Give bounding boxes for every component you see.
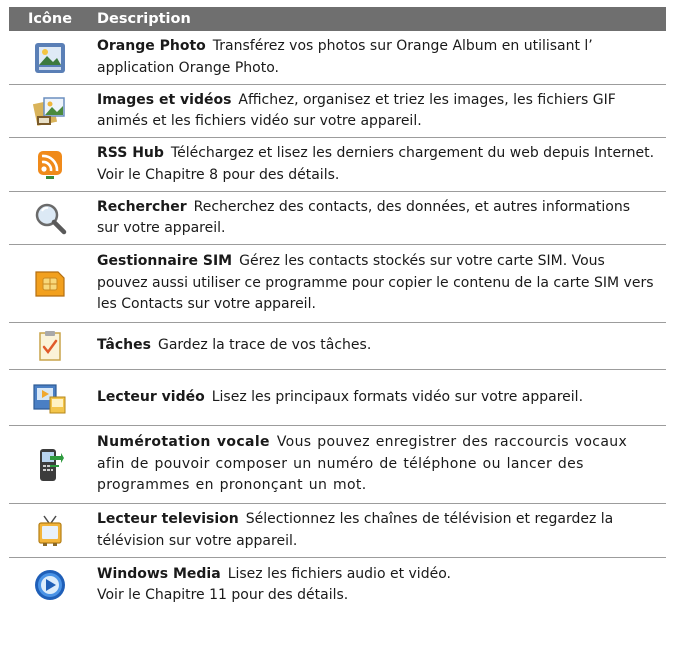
row-title: Lecteur vidéo bbox=[97, 388, 205, 405]
video-player-icon bbox=[33, 383, 66, 413]
row-title: Gestionnaire SIM bbox=[97, 253, 233, 270]
header-description-column: Description bbox=[97, 11, 191, 27]
header-icon-column: Icône bbox=[27, 11, 73, 27]
row-description: Lisez les fichiers audio et vidéo. bbox=[227, 565, 451, 582]
table-row: Numérotation vocale Vous pouvez enregistr… bbox=[9, 426, 666, 504]
rss-icon bbox=[38, 150, 62, 179]
row-title: Images et vidéos bbox=[97, 91, 232, 108]
voice-dial-icon bbox=[40, 448, 64, 481]
tasks-icon bbox=[39, 331, 61, 361]
table-header: Icône Description bbox=[9, 7, 666, 31]
row-description: Téléchargez et lisez les derniers charge… bbox=[97, 145, 655, 183]
row-title: Numérotation vocale bbox=[97, 434, 270, 451]
search-icon bbox=[35, 203, 67, 235]
row-title: Rechercher bbox=[97, 198, 187, 215]
row-title: Windows Media bbox=[97, 565, 221, 582]
tv-icon bbox=[38, 515, 62, 546]
table-row: RSS Hub Téléchargez et lisez les derniers… bbox=[9, 138, 666, 192]
row-description: Lisez les principaux formats vidéo sur v… bbox=[211, 388, 584, 405]
program-table: Icône Description Orange Photo Transférez… bbox=[9, 7, 666, 612]
table-row: Images et vidéos Affichez, organisez et t… bbox=[9, 85, 666, 138]
table-row: Gestionnaire SIM Gérez les contacts stock… bbox=[9, 245, 666, 323]
windows-media-icon bbox=[35, 570, 65, 600]
table-row: Orange Photo Transférez vos photos sur Or… bbox=[9, 31, 666, 85]
row-title: Orange Photo bbox=[97, 38, 206, 54]
table-row: Rechercher Recherchez des contacts, des d… bbox=[9, 192, 666, 245]
photo-icon bbox=[35, 42, 65, 73]
row-title: Tâches bbox=[97, 337, 151, 354]
table-row: Lecteur television Sélectionnez les chaîn… bbox=[9, 504, 666, 558]
pictures-videos-icon bbox=[33, 97, 65, 126]
table-row: Windows Media Lisez les fichiers audio et… bbox=[9, 558, 666, 612]
table-row: Lecteur vidéo Lisez les principaux format… bbox=[9, 370, 666, 426]
row-title: RSS Hub bbox=[97, 145, 164, 161]
row-title: Lecteur television bbox=[97, 511, 239, 527]
row-description-line2: Voir le Chapitre 11 pour des détails. bbox=[97, 587, 349, 603]
table-row: Tâches Gardez la trace de vos tâches. bbox=[9, 323, 666, 370]
row-description: Gardez la trace de vos tâches. bbox=[157, 337, 372, 354]
sim-card-icon bbox=[35, 270, 65, 297]
